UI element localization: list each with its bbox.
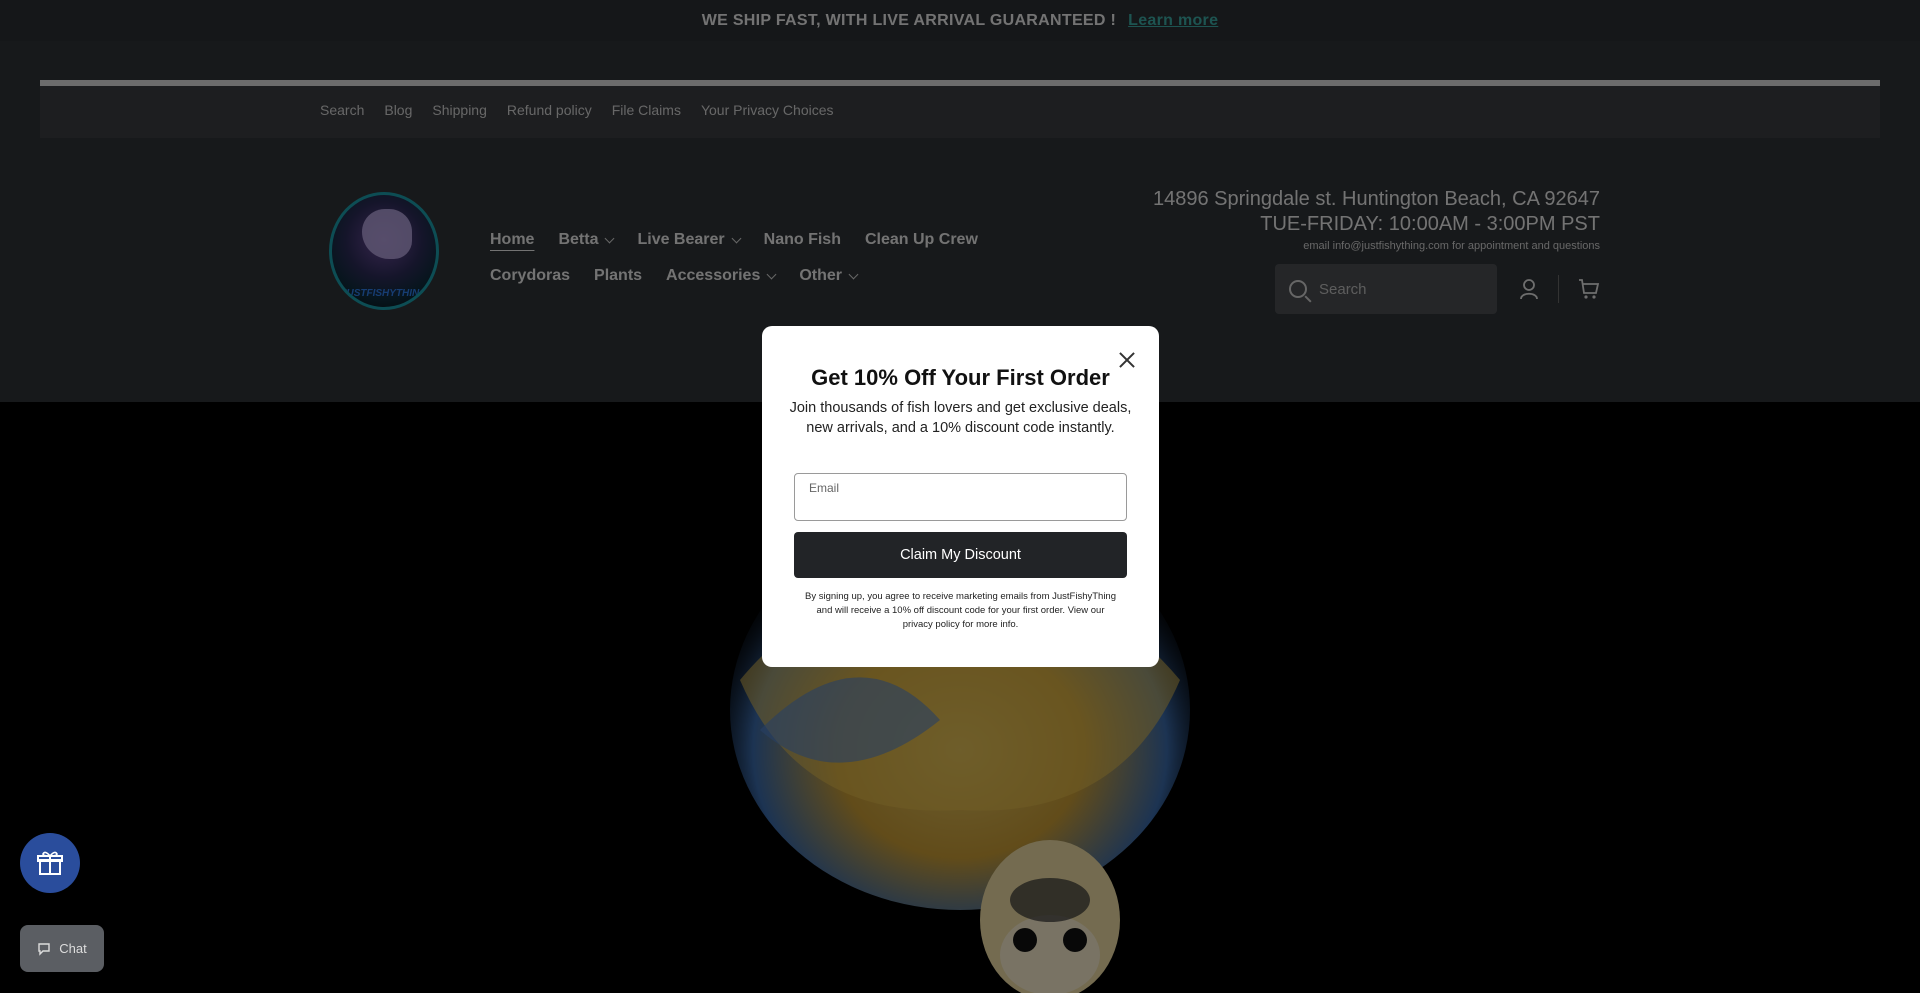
popup-subtitle: Join thousands of fish lovers and get ex… [789, 400, 1132, 436]
chat-button[interactable]: Chat [20, 925, 104, 972]
gift-icon [37, 851, 63, 875]
chat-label: Chat [59, 941, 87, 956]
claim-discount-button[interactable]: Claim My Discount [794, 532, 1127, 578]
email-placeholder: Email [809, 481, 840, 495]
rewards-gift-button[interactable] [20, 833, 80, 893]
popup-title: Get 10% Off Your First Order [811, 365, 1110, 390]
discount-popup: Get 10% Off Your First Order Join thousa… [762, 326, 1159, 667]
email-field[interactable]: Email [794, 473, 1127, 521]
chat-icon [38, 942, 50, 956]
popup-legal-text: By signing up, you agree to receive mark… [805, 591, 1116, 630]
